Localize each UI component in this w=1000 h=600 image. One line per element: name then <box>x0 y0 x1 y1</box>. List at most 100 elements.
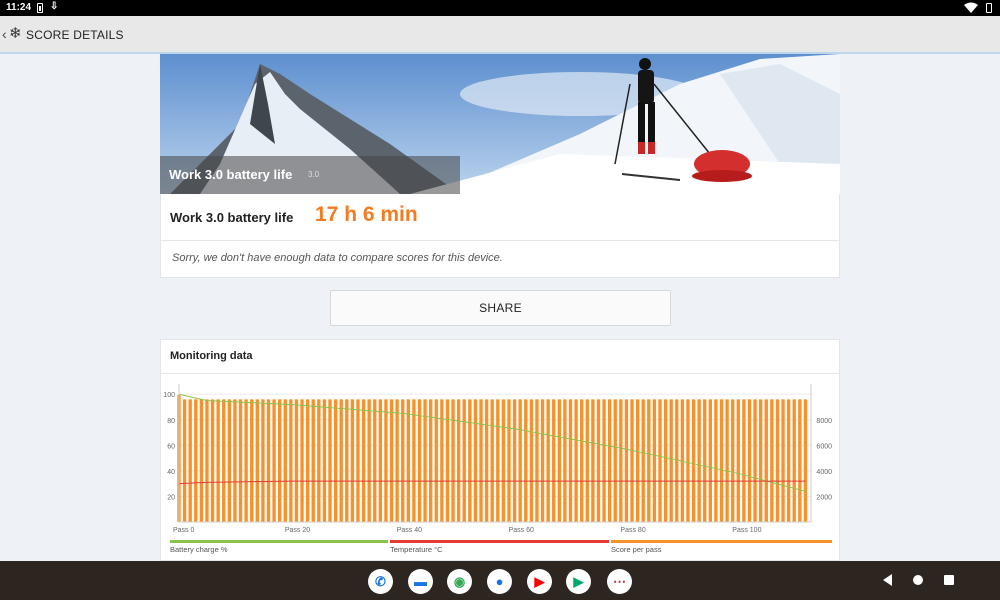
score-bar <box>233 399 237 522</box>
score-bar <box>580 399 584 522</box>
score-bar <box>736 399 740 522</box>
page-title: SCORE DETAILS <box>26 28 124 42</box>
battery-status-icon <box>986 3 992 13</box>
score-bar <box>367 399 371 522</box>
legend-battery-swatch <box>170 540 388 543</box>
score-bar <box>216 399 220 522</box>
score-bar <box>300 399 304 522</box>
phone-app-icon[interactable]: ✆ <box>368 569 393 594</box>
score-bar <box>266 399 271 522</box>
score-bar <box>781 399 785 522</box>
score-bar <box>462 399 466 522</box>
messages-app-icon[interactable]: ▬ <box>408 569 433 594</box>
score-bar <box>423 399 427 522</box>
score-bar <box>574 399 578 522</box>
score-bar <box>529 399 534 522</box>
score-bar <box>484 399 489 522</box>
score-bar <box>703 399 707 522</box>
recents-icon[interactable] <box>944 575 954 585</box>
score-bar <box>451 399 455 522</box>
score-bar <box>456 399 461 522</box>
score-bar <box>518 399 522 522</box>
score-bar <box>222 399 226 522</box>
score-bar <box>563 399 567 522</box>
score-bar <box>602 399 606 522</box>
home-icon[interactable] <box>913 575 923 585</box>
score-bar <box>775 399 780 522</box>
legend-temperature-swatch <box>390 540 609 543</box>
monitoring-card: Monitoring data 100 80 60 40 20 8000 6000 4000 2… <box>160 339 840 561</box>
x-tick-label: Pass 100 <box>732 527 761 534</box>
score-bar <box>277 399 282 522</box>
score-bar <box>468 399 472 522</box>
score-bar <box>792 399 796 522</box>
score-bar <box>311 399 315 522</box>
score-bar <box>591 399 595 522</box>
score-bar <box>322 399 327 522</box>
result-label: Work 3.0 battery life <box>170 210 294 225</box>
score-bar <box>378 399 383 522</box>
app-drawer-icon[interactable]: ⋯ <box>607 569 632 594</box>
play-store-app-icon[interactable]: ▶ <box>566 569 591 594</box>
score-bar <box>490 399 494 522</box>
score-bar <box>361 399 366 522</box>
score-bar <box>641 399 645 522</box>
share-button[interactable]: SHARE <box>330 290 671 326</box>
score-bar <box>305 399 310 522</box>
score-bar <box>389 399 394 522</box>
score-bar <box>395 399 399 522</box>
score-bar <box>747 399 752 522</box>
score-bar <box>328 399 332 522</box>
chevron-left-icon[interactable]: ‹ <box>2 26 7 42</box>
y-right-tick-label: 8000 <box>816 418 832 425</box>
score-bar <box>339 399 343 522</box>
score-bar <box>758 399 763 522</box>
score-bar <box>496 399 500 522</box>
score-bar <box>255 399 259 522</box>
score-bar <box>210 399 215 522</box>
score-bar <box>384 399 388 522</box>
score-bar <box>182 399 187 522</box>
score-bar <box>227 399 232 522</box>
status-bar: 11:24 ⇩ <box>0 0 1000 16</box>
score-bar <box>406 399 410 522</box>
download-icon: ⇩ <box>50 1 59 12</box>
y-left-tick-label: 60 <box>167 443 175 450</box>
score-bar <box>317 399 321 522</box>
contacts-app-icon[interactable]: ● <box>487 569 512 594</box>
score-bar <box>540 399 545 522</box>
score-bar <box>770 399 774 522</box>
score-bar <box>401 399 405 522</box>
legend-score-label: Score per pass <box>611 545 662 554</box>
score-bar <box>199 399 204 522</box>
score-bar <box>691 399 696 522</box>
score-bar <box>568 399 573 522</box>
score-bar <box>479 399 483 522</box>
score-bar <box>658 399 662 522</box>
score-bar <box>473 399 478 522</box>
score-bar <box>714 399 718 522</box>
score-bar <box>652 399 657 522</box>
navigation-bar: ✆ ▬ ◉ ● ▶ ▶ ⋯ <box>0 561 1000 600</box>
score-bar <box>244 399 248 522</box>
y-right-tick-label: 2000 <box>816 494 832 501</box>
monitoring-title: Monitoring data <box>170 350 253 362</box>
y-left-tick-label: 40 <box>167 469 175 476</box>
legend-temperature: Temperature °C <box>390 540 609 560</box>
battery-icon <box>37 3 43 13</box>
comparison-message: Sorry, we don't have enough data to comp… <box>172 252 503 264</box>
x-tick-label: Pass 0 <box>173 527 195 534</box>
back-icon[interactable] <box>883 574 892 586</box>
y-right-tick-label: 6000 <box>816 443 832 450</box>
score-bar <box>238 399 243 522</box>
score-bar <box>356 399 360 522</box>
score-bar <box>786 399 791 522</box>
hero-test-name: Work 3.0 battery life <box>169 167 293 182</box>
youtube-app-icon[interactable]: ▶ <box>527 569 552 594</box>
score-bar <box>507 399 511 522</box>
score-bar <box>552 399 556 522</box>
score-bar <box>742 399 746 522</box>
x-tick-label: Pass 20 <box>285 527 310 534</box>
chrome-app-icon[interactable]: ◉ <box>447 569 472 594</box>
result-value: 17 h 6 min <box>315 203 418 226</box>
